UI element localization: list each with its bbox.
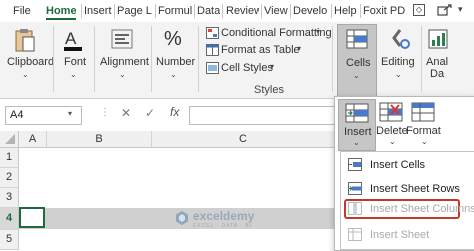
percent-icon[interactable]: % bbox=[164, 28, 182, 51]
row-header-4[interactable]: 4 bbox=[0, 208, 19, 230]
function-icon[interactable]: fx bbox=[170, 105, 179, 119]
row-header-1[interactable]: 1 bbox=[0, 148, 19, 168]
insert-sheet-icon bbox=[348, 228, 362, 241]
formula-input[interactable] bbox=[189, 106, 335, 125]
cells-button[interactable]: Cells ⌄ bbox=[337, 24, 377, 98]
insert-sheet-rows-label: Insert Sheet Rows bbox=[370, 183, 460, 195]
tab-insert[interactable]: Insert bbox=[84, 3, 112, 19]
tab-formulas[interactable]: Formul bbox=[158, 3, 192, 19]
tab-data[interactable]: Data bbox=[197, 3, 220, 19]
active-cell-a4[interactable] bbox=[19, 207, 45, 228]
chevron-down-icon: ⌄ bbox=[70, 70, 77, 79]
cell-styles-label[interactable]: Cell Styles bbox=[221, 62, 273, 74]
delete-label: Delete bbox=[376, 125, 408, 137]
chevron-down-icon: ⌄ bbox=[395, 70, 402, 79]
font-icon[interactable]: A bbox=[62, 28, 84, 55]
analyze-data-icon[interactable] bbox=[428, 28, 448, 53]
analyze-data-label-2[interactable]: Da bbox=[430, 68, 444, 80]
chevron-down-icon[interactable]: ▾ bbox=[68, 109, 72, 118]
column-header-b[interactable]: B bbox=[47, 131, 152, 148]
ribbon-collapse-icon[interactable]: ▾ bbox=[458, 4, 463, 15]
tab-page-layout[interactable]: Page La bbox=[117, 3, 152, 19]
enter-icon[interactable]: ✓ bbox=[145, 106, 155, 120]
chevron-down-icon: ▾ bbox=[297, 44, 302, 53]
analyze-data-label[interactable]: Anal bbox=[426, 56, 448, 68]
cells-icon bbox=[346, 29, 368, 52]
format-as-table-icon[interactable] bbox=[206, 44, 219, 59]
chevron-down-icon: ⌄ bbox=[353, 138, 360, 147]
insert-button[interactable]: Insert ⌄ bbox=[338, 99, 376, 151]
row-header-5[interactable]: 5 bbox=[0, 230, 19, 250]
clipboard-label[interactable]: Clipboard bbox=[7, 56, 54, 68]
clipboard-icon[interactable] bbox=[14, 28, 36, 57]
format-as-table-label[interactable]: Format as Table bbox=[221, 44, 300, 56]
share-icon[interactable] bbox=[436, 3, 456, 17]
format-label: Format bbox=[406, 125, 441, 137]
insert-sheet-rows-item[interactable]: Insert Sheet Rows bbox=[344, 179, 472, 199]
insert-sheet-rows-icon bbox=[348, 182, 362, 195]
tab-home[interactable]: Home bbox=[46, 3, 76, 20]
cell-styles-icon[interactable] bbox=[206, 62, 219, 77]
chevron-down-icon: ⌄ bbox=[119, 70, 126, 79]
exceldemy-logo bbox=[174, 210, 190, 229]
tab-developer[interactable]: Develo bbox=[293, 3, 329, 19]
insert-sheet-columns-item[interactable]: Insert Sheet Columns bbox=[344, 199, 474, 219]
watermark-tagline: EXCEL · DATA · BI bbox=[193, 223, 253, 229]
chevron-down-icon: ⌄ bbox=[22, 70, 29, 79]
insert-sheet-columns-icon bbox=[348, 202, 362, 215]
insert-sheet-item[interactable]: Insert Sheet bbox=[344, 225, 472, 245]
cancel-icon[interactable]: ✕ bbox=[121, 106, 131, 120]
name-box-value: A4 bbox=[10, 109, 24, 121]
watermark-name: exceldemy bbox=[193, 209, 255, 223]
column-header-a[interactable]: A bbox=[19, 131, 47, 148]
editing-icon[interactable] bbox=[390, 28, 410, 53]
delete-cells-icon bbox=[379, 102, 403, 125]
format-button[interactable]: Format ⌄ bbox=[406, 99, 442, 149]
chevron-down-icon: ⌄ bbox=[421, 137, 428, 146]
delete-button[interactable]: Delete ⌄ bbox=[376, 99, 408, 149]
insert-sheet-label: Insert Sheet bbox=[370, 229, 430, 241]
chevron-down-icon: ⌄ bbox=[389, 137, 396, 146]
conditional-formatting-icon[interactable] bbox=[206, 27, 219, 42]
insert-cells-icon bbox=[345, 103, 369, 126]
select-all-corner[interactable] bbox=[0, 131, 19, 148]
svg-text:A: A bbox=[65, 29, 77, 48]
lightbulb-icon[interactable]: ◇ bbox=[413, 4, 425, 16]
alignment-label[interactable]: Alignment bbox=[100, 56, 149, 68]
alignment-icon[interactable] bbox=[111, 29, 133, 52]
insert-cells-label: Insert Cells bbox=[370, 159, 426, 171]
more-options-icon: ⋮ bbox=[100, 107, 110, 118]
ribbon-tab-bar: File Home Insert Page La Formul Data Rev… bbox=[0, 0, 474, 23]
styles-group-label: Styles bbox=[254, 84, 284, 96]
worksheet-cells[interactable] bbox=[19, 148, 334, 249]
cells-label: Cells bbox=[346, 57, 371, 69]
column-header-c[interactable]: C bbox=[152, 131, 335, 148]
insert-label: Insert bbox=[344, 126, 372, 138]
tab-review[interactable]: Review bbox=[226, 3, 259, 19]
chevron-down-icon: ⌄ bbox=[353, 71, 360, 80]
name-box[interactable]: A4 ▾ bbox=[5, 106, 82, 125]
format-cells-icon bbox=[411, 102, 435, 125]
tab-help[interactable]: Help bbox=[334, 3, 358, 19]
chevron-down-icon: ▾ bbox=[270, 62, 275, 71]
insert-sheet-columns-label: Insert Sheet Columns bbox=[370, 203, 474, 215]
editing-label[interactable]: Editing bbox=[381, 56, 415, 68]
tab-file[interactable]: File bbox=[13, 3, 33, 19]
chevron-down-icon: ▾ bbox=[316, 27, 321, 36]
insert-cells-item[interactable]: Insert Cells bbox=[344, 155, 472, 175]
row-header-3[interactable]: 3 bbox=[0, 188, 19, 208]
tab-foxit-pdf[interactable]: Foxit PD bbox=[363, 3, 411, 19]
chevron-down-icon: ⌄ bbox=[170, 70, 177, 79]
font-label[interactable]: Font bbox=[64, 56, 86, 68]
row-header-2[interactable]: 2 bbox=[0, 168, 19, 188]
ribbon-home: Clipboard ⌄ A Font ⌄ Alignment ⌄ % Numbe… bbox=[0, 22, 474, 99]
number-label[interactable]: Number bbox=[156, 56, 195, 68]
tab-view[interactable]: View bbox=[264, 3, 288, 19]
insert-cells-icon bbox=[348, 158, 362, 171]
